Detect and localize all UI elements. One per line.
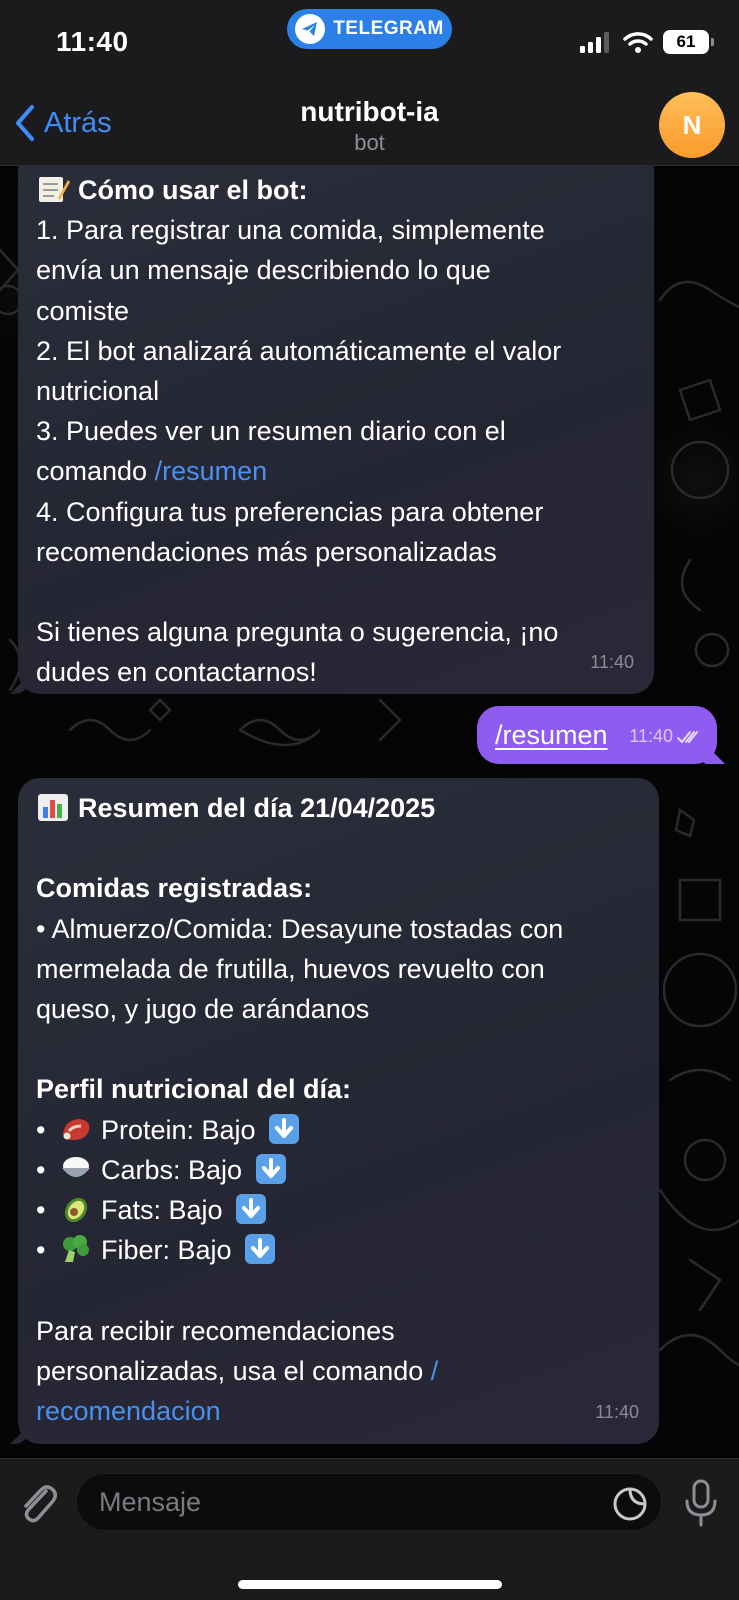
chat-subtitle: bot [354, 130, 385, 155]
message-time: 11:40 [590, 651, 634, 672]
help-line: recomendaciones más personalizadas [36, 536, 497, 567]
recomendacion-command-link[interactable]: / [431, 1356, 439, 1386]
summary-title-line: Resumen del día 21/04/2025 [36, 788, 641, 828]
down-arrow-icon [245, 1234, 276, 1265]
help-heading-line: Cómo usar el bot: [36, 170, 636, 210]
help-line: comiste [36, 295, 130, 326]
nutrient-row: • Protein: Bajo [36, 1110, 641, 1150]
bot-message-summary: Resumen del día 21/04/2025 Comidas regis… [18, 778, 659, 1444]
status-time: 11:40 [56, 26, 129, 57]
meals-heading: Comidas registradas: [36, 873, 313, 904]
status-bar: 11:40 TELEGRAM 61 [0, 0, 739, 90]
help-line: 3. Puedes ver un resumen diario con el [36, 416, 506, 447]
help-line: Si tienes alguna pregunta o sugerencia, … [36, 617, 559, 648]
down-arrow-icon [255, 1153, 286, 1184]
help-line: 1. Para registrar una comida, simplement… [36, 215, 545, 246]
paperclip-icon[interactable] [16, 1479, 60, 1527]
message-input-bar [0, 1458, 739, 1600]
down-arrow-icon [236, 1194, 267, 1225]
battery-icon: 61 [663, 30, 714, 54]
nutrient-row: • Fats: Bajo [36, 1190, 641, 1230]
help-heading: Cómo usar el bot: [78, 175, 308, 205]
summary-title: Resumen del día 21/04/2025 [78, 793, 436, 823]
avocado-icon [64, 1197, 88, 1223]
status-icons: 61 [579, 30, 714, 54]
rec-line-text: personalizadas, usa el comando [36, 1355, 431, 1386]
telegram-plane-icon [295, 14, 326, 44]
bar-chart-icon [38, 794, 68, 821]
nutrient-row: • Carbs: Bajo [36, 1150, 641, 1190]
down-arrow-icon [269, 1113, 300, 1144]
rec-line: Para recibir recomendaciones [36, 1315, 395, 1346]
message-time: 11:40 [595, 1401, 639, 1422]
broccoli-icon [62, 1235, 89, 1263]
microphone-icon[interactable] [684, 1479, 718, 1527]
sent-command[interactable]: /resumen [495, 720, 608, 751]
help-line: 2. El bot analizará automáticamente el v… [36, 335, 562, 366]
chat-header: Atrás nutribot-ia bot N [0, 90, 739, 166]
sticker-icon[interactable] [612, 1486, 648, 1522]
avatar[interactable]: N [659, 92, 725, 158]
help-line: nutricional [36, 376, 160, 407]
telegram-return-pill[interactable]: TELEGRAM [287, 9, 452, 49]
telegram-pill-label: TELEGRAM [333, 18, 444, 39]
nutrient-row: • Fiber: Bajo [36, 1230, 641, 1270]
signal-icon [580, 32, 609, 53]
home-indicator[interactable] [238, 1580, 502, 1589]
bot-message-help: Cómo usar el bot: 1. Para registrar una … [18, 150, 654, 694]
nutrient-label: Fiber: Bajo [100, 1235, 232, 1266]
help-line: 4. Configura tus preferencias para obten… [36, 496, 544, 527]
message-input[interactable] [76, 1473, 662, 1531]
help-line: dudes en contactarnos! [36, 657, 317, 688]
memo-icon [39, 177, 70, 202]
meal-line: • Almuerzo/Comida: Desayune tostadas con [36, 913, 564, 944]
help-line-text: comando [36, 456, 155, 487]
nutrient-label: Protein: Bajo [100, 1114, 256, 1145]
rec-line-command: personalizadas, usa el comando / [36, 1351, 641, 1391]
chat-title[interactable]: nutribot-ia [0, 96, 739, 128]
meal-line: mermelada de frutilla, huevos revuelto c… [36, 953, 545, 984]
resumen-command-link[interactable]: /resumen [155, 456, 268, 486]
nutrient-label: Carbs: Bajo [100, 1154, 243, 1185]
wifi-icon [623, 32, 653, 53]
message-time: 11:40 [629, 726, 673, 746]
user-message-resumen: /resumen 11:40 [477, 706, 717, 764]
double-check-icon [677, 730, 698, 743]
meat-icon [62, 1118, 90, 1140]
help-line: envía un mensaje describiendo lo que [36, 255, 491, 286]
profile-heading: Perfil nutricional del día: [36, 1074, 352, 1105]
help-line-command: comando /resumen [36, 451, 636, 491]
meal-line: queso, y jugo de arándanos [36, 994, 370, 1025]
recomendacion-command-link[interactable]: recomendacion [36, 1391, 641, 1431]
message-meta: 11:40 [629, 726, 703, 747]
rice-icon [61, 1156, 90, 1177]
nutrient-label: Fats: Bajo [100, 1195, 223, 1226]
